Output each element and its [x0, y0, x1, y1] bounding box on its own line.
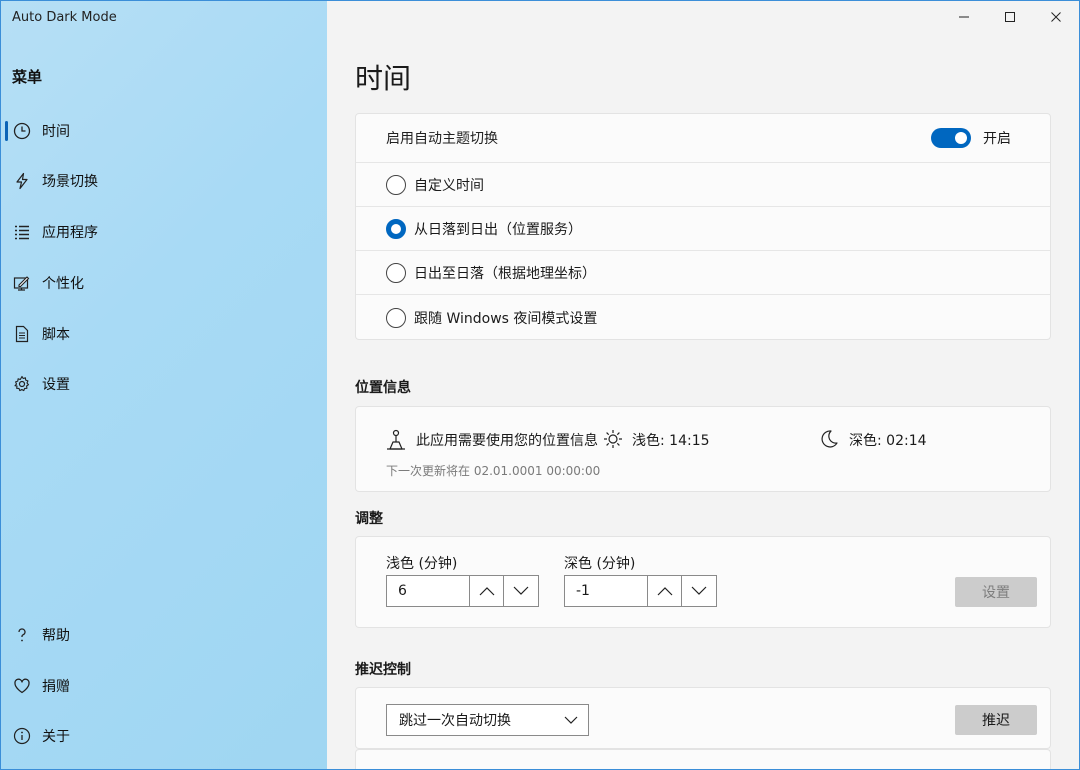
auto-switch-card: 启用自动主题切换 开启 自定义时间 从日落到日出（位置服务） 日出至日落（根据地… — [355, 113, 1051, 340]
sidebar-item-label: 设置 — [42, 377, 70, 393]
adjust-heading: 调整 — [355, 511, 383, 527]
chevron-up-icon — [657, 587, 672, 596]
minimize-icon — [959, 16, 969, 18]
dark-time: 深色: 02:14 — [849, 433, 927, 449]
list-icon — [12, 222, 32, 242]
postpone-dropdown[interactable]: 跳过一次自动切换 — [386, 704, 589, 736]
dark-offset-label: 深色 (分钟) — [564, 556, 636, 572]
document-icon — [12, 324, 32, 344]
dark-offset-input[interactable]: -1 — [565, 576, 648, 606]
decrement-button[interactable] — [504, 576, 538, 606]
gear-icon — [12, 374, 32, 394]
location-message: 此应用需要使用您的位置信息 — [416, 433, 598, 449]
dark-offset-spinner: -1 — [564, 575, 717, 607]
postpone-button[interactable]: 推迟 — [955, 705, 1037, 735]
sidebar-item-donate[interactable]: 捐赠 — [1, 666, 327, 706]
adjust-card: 浅色 (分钟) 6 深色 (分钟) -1 设置 — [355, 536, 1051, 628]
lightning-icon — [12, 171, 32, 191]
postpone-card: 跳过一次自动切换 推迟 — [355, 687, 1051, 749]
light-offset-input[interactable]: 6 — [387, 576, 470, 606]
chevron-down-icon — [564, 716, 578, 724]
moon-icon — [821, 430, 838, 448]
decrement-button[interactable] — [682, 576, 716, 606]
sidebar-item-about[interactable]: 关于 — [1, 716, 327, 756]
main-content: 时间 启用自动主题切换 开启 自定义时间 从日落到日出（位置服务） 日出至日落（… — [327, 33, 1079, 769]
personalize-icon — [12, 273, 32, 293]
app-title: Auto Dark Mode — [12, 10, 117, 25]
radio-option-sunset-sunrise[interactable]: 从日落到日出（位置服务） — [356, 206, 1050, 250]
minimize-button[interactable] — [941, 1, 987, 33]
sidebar-item-scripts[interactable]: 脚本 — [1, 314, 327, 354]
page-title: 时间 — [355, 62, 412, 95]
app-window: Auto Dark Mode 菜单 时间 场景切换 应用程序 个性化 脚本 设置… — [0, 0, 1080, 770]
sidebar-item-apps[interactable]: 应用程序 — [1, 212, 327, 252]
close-button[interactable] — [1033, 1, 1079, 33]
sidebar-item-label: 帮助 — [42, 628, 70, 644]
sidebar-item-help[interactable]: 帮助 — [1, 615, 327, 655]
heart-icon — [12, 676, 32, 696]
question-icon — [12, 625, 32, 645]
sun-icon — [604, 430, 622, 448]
next-card-partial — [355, 749, 1051, 769]
sidebar-item-label: 应用程序 — [42, 225, 98, 241]
maximize-icon — [1005, 12, 1015, 22]
radio-option-geo-coordinates[interactable]: 日出至日落（根据地理坐标） — [356, 250, 1050, 294]
next-update-text: 下一次更新将在 02.01.0001 00:00:00 — [386, 464, 601, 478]
radio-button[interactable] — [386, 307, 406, 328]
close-icon — [1051, 12, 1061, 22]
sidebar-item-settings[interactable]: 设置 — [1, 364, 327, 404]
auto-switch-row: 启用自动主题切换 开启 — [356, 114, 1050, 162]
set-button[interactable]: 设置 — [955, 577, 1037, 607]
maximize-button[interactable] — [987, 1, 1033, 33]
chevron-up-icon — [479, 587, 494, 596]
light-offset-label: 浅色 (分钟) — [386, 556, 458, 572]
sidebar-item-label: 场景切换 — [42, 174, 98, 190]
radio-option-custom-time[interactable]: 自定义时间 — [356, 162, 1050, 206]
increment-button[interactable] — [470, 576, 504, 606]
radio-label: 自定义时间 — [414, 177, 484, 194]
radio-button[interactable] — [386, 174, 406, 195]
location-icon — [387, 429, 405, 450]
dropdown-value: 跳过一次自动切换 — [399, 713, 511, 729]
radio-label: 跟随 Windows 夜间模式设置 — [414, 310, 598, 327]
location-heading: 位置信息 — [355, 380, 411, 396]
titlebar-controls — [941, 1, 1079, 33]
postpone-heading: 推迟控制 — [355, 662, 411, 678]
sidebar: Auto Dark Mode 菜单 时间 场景切换 应用程序 个性化 脚本 设置… — [1, 1, 327, 769]
sidebar-item-label: 脚本 — [42, 327, 70, 343]
sidebar-item-personalize[interactable]: 个性化 — [1, 263, 327, 303]
location-card: 此应用需要使用您的位置信息 浅色: 14:15 深色: 02:14 下一次更新将… — [355, 406, 1051, 492]
sidebar-item-scene-switch[interactable]: 场景切换 — [1, 161, 327, 201]
light-time: 浅色: 14:15 — [632, 433, 710, 449]
sidebar-item-label: 关于 — [42, 729, 70, 745]
sidebar-item-label: 时间 — [42, 124, 70, 140]
radio-option-windows-night-light[interactable]: 跟随 Windows 夜间模式设置 — [356, 294, 1050, 340]
clock-icon — [12, 121, 32, 141]
selection-indicator — [5, 121, 8, 141]
auto-switch-label: 启用自动主题切换 — [386, 131, 498, 147]
sidebar-item-label: 个性化 — [42, 276, 84, 292]
chevron-down-icon — [691, 586, 707, 595]
increment-button[interactable] — [648, 576, 682, 606]
radio-label: 日出至日落（根据地理坐标） — [414, 265, 596, 282]
sidebar-item-time[interactable]: 时间 — [1, 111, 327, 151]
toggle-state-label: 开启 — [983, 131, 1011, 147]
auto-switch-toggle[interactable] — [931, 128, 971, 148]
info-icon — [12, 726, 32, 746]
radio-button-checked[interactable] — [386, 218, 406, 239]
sidebar-item-label: 捐赠 — [42, 679, 70, 695]
chevron-down-icon — [513, 586, 529, 595]
light-offset-spinner: 6 — [386, 575, 539, 607]
radio-label: 从日落到日出（位置服务） — [414, 221, 582, 238]
menu-heading: 菜单 — [12, 68, 43, 86]
radio-button[interactable] — [386, 262, 406, 283]
